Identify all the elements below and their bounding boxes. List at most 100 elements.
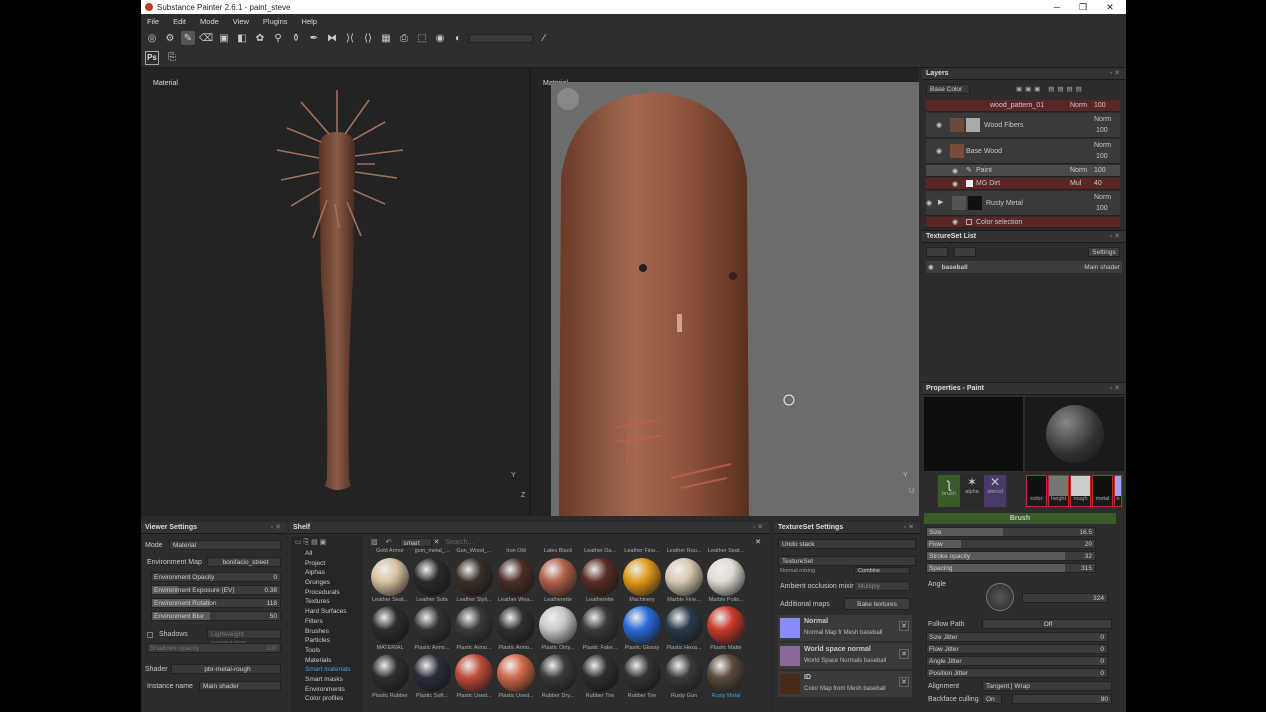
shelf-filter-tag[interactable]: smart: [399, 537, 432, 547]
shader-select[interactable]: pbr-metal-rough: [171, 664, 281, 674]
shelf-material-item[interactable]: Rubber Tire: [621, 652, 663, 700]
shelf-material-item[interactable]: Rubber Tire: [579, 652, 621, 700]
picker-icon[interactable]: ⁄: [537, 31, 551, 45]
shelf-category-item[interactable]: Environments: [291, 685, 363, 695]
shelf-category-item[interactable]: Filters: [291, 617, 363, 627]
brush-chip[interactable]: ʅ brush: [938, 475, 960, 507]
clone-icon[interactable]: ⚲: [271, 31, 285, 45]
menu-file[interactable]: File: [147, 17, 159, 26]
minimize-button[interactable]: ─: [1043, 0, 1071, 14]
shelf-category-item[interactable]: Hard Surfaces: [291, 607, 363, 617]
eye-icon[interactable]: ◉: [952, 180, 958, 188]
brush-stroke-opacity-slider[interactable]: Stroke opacity 32: [926, 551, 1096, 561]
shelf-material-item[interactable]: Marble Polis...: [705, 556, 747, 604]
menu-help[interactable]: Help: [302, 17, 317, 26]
settings-icon[interactable]: ⚙: [163, 31, 177, 45]
instance-name-input[interactable]: Main shader: [199, 681, 281, 691]
shelf-category-item[interactable]: Brushes: [291, 627, 363, 637]
shelf-category-item[interactable]: Tools: [291, 646, 363, 656]
angle-slider[interactable]: 324: [1022, 593, 1108, 603]
shelf-material-item[interactable]: Plastic Matte: [705, 604, 747, 652]
maximize-button[interactable]: ❐: [1069, 0, 1097, 14]
shadows-checkbox[interactable]: [147, 632, 153, 638]
layer-row-wood-pattern[interactable]: wood_pattern_01 Norm 100: [926, 100, 1120, 112]
shelf-material-item[interactable]: Plastic Used...: [453, 652, 495, 700]
projection-icon[interactable]: ▣: [217, 31, 231, 45]
shelf-material-item[interactable]: Leatherette: [579, 556, 621, 604]
symmetry-y-icon[interactable]: ⟨⟩: [361, 31, 375, 45]
ao-mixing-select[interactable]: Multiply: [854, 581, 910, 591]
brush-spacing-slider[interactable]: Spacing 315: [926, 563, 1096, 573]
normal-mixing-select[interactable]: Combine: [854, 567, 910, 574]
shelf-material-item[interactable]: Plastic Used...: [495, 652, 537, 700]
undo-filter-icon[interactable]: ↶: [386, 538, 392, 546]
layer-row-rusty-metal[interactable]: ◉ ▶ Rusty Metal Norm 100: [926, 191, 1120, 216]
additional-map-slot[interactable]: ID Color Map from Mesh baseball ✕: [778, 671, 912, 697]
layers-toolbar-icons[interactable]: ▣▣▣ ▤▤▤▤: [1016, 85, 1085, 93]
eye-icon[interactable]: ◉: [926, 199, 932, 207]
brush-angle-jitter-slider[interactable]: Angle Jitter 0: [926, 656, 1108, 666]
smudge-icon[interactable]: ✿: [253, 31, 267, 45]
alignment-select[interactable]: Tangent | Wrap: [982, 681, 1112, 691]
angle-dial[interactable]: [986, 583, 1014, 611]
menu-plugins[interactable]: Plugins: [263, 17, 288, 26]
shelf-category-item[interactable]: Procedurals: [291, 588, 363, 598]
viewport-closeup[interactable]: Material Y U: [531, 68, 919, 516]
textureset-list-button-1[interactable]: [926, 247, 948, 257]
brush-size-jitter-slider[interactable]: Size Jitter 0: [926, 632, 1108, 642]
layer-row-mg-dirt[interactable]: ◉ MG Dirt Mul 40: [926, 178, 1120, 190]
brush-size-slider[interactable]: Size 16.5: [926, 527, 1096, 537]
filter-icon[interactable]: ▧: [371, 538, 378, 546]
brush-position-jitter-slider[interactable]: Position Jitter 0: [926, 668, 1108, 678]
cube-icon[interactable]: ⬚: [415, 31, 429, 45]
shelf-category-item[interactable]: Project: [291, 559, 363, 569]
shelf-material-item[interactable]: Leather Sofa: [411, 556, 453, 604]
shelf-category-item[interactable]: Textures: [291, 597, 363, 607]
pen-icon[interactable]: ✒: [307, 31, 321, 45]
backface-culling-toggle[interactable]: On: [982, 694, 1002, 704]
brush-flow-slider[interactable]: Flow 20: [926, 539, 1096, 549]
additional-map-slot[interactable]: World space normal World Space Normals ba…: [778, 643, 912, 669]
mode-select[interactable]: Material: [169, 540, 281, 550]
send-to-icon[interactable]: ⎘: [165, 51, 179, 65]
substance-logo-icon[interactable]: ◎: [145, 31, 159, 45]
layer-row-wood-fibers[interactable]: ◉ Wood Fibers Norm 100: [926, 113, 1120, 138]
eraser-icon[interactable]: ⌫: [199, 31, 213, 45]
close-button[interactable]: ✕: [1096, 0, 1124, 14]
channel-rough[interactable]: rough: [1070, 475, 1091, 507]
shelf-material-item[interactable]: Leather Wea...: [495, 556, 537, 604]
material-picker-icon[interactable]: ⚱: [289, 31, 303, 45]
alpha-chip[interactable]: ✶ alpha: [961, 475, 983, 507]
photoshop-export-button[interactable]: Ps: [145, 50, 159, 65]
shelf-material-item[interactable]: Rusty Metal: [705, 652, 747, 700]
shelf-category-item[interactable]: Particles: [291, 636, 363, 646]
shelf-category-item[interactable]: Alphas: [291, 568, 363, 578]
shelf-material-item[interactable]: Plastic Dirty...: [537, 604, 579, 652]
remove-map-icon[interactable]: ✕: [899, 677, 909, 687]
textureset-tab[interactable]: TextureSet: [778, 556, 916, 566]
shelf-material-item[interactable]: Leatherette: [537, 556, 579, 604]
shelf-material-item[interactable]: Plastic Soft...: [411, 652, 453, 700]
layer-row-color-selection[interactable]: ◉ Color selection: [926, 217, 1120, 228]
polygon-fill-icon[interactable]: ◧: [235, 31, 249, 45]
shelf-category-toolbar[interactable]: ▭ ⎘ ▤ ▣: [291, 536, 363, 549]
shelf-material-item[interactable]: Rubber Dry...: [537, 652, 579, 700]
eye-icon[interactable]: ◉: [936, 121, 942, 129]
environment-map-select[interactable]: bonifacio_street: [207, 557, 281, 567]
eye-icon[interactable]: ◉: [952, 218, 958, 226]
textureset-row-baseball[interactable]: ◉ baseball Main shader: [926, 261, 1122, 273]
shelf-material-item[interactable]: Machinery: [621, 556, 663, 604]
iray-icon[interactable]: ◐: [451, 31, 465, 45]
remove-map-icon[interactable]: ✕: [899, 649, 909, 659]
shelf-material-item[interactable]: Rusty Gun: [663, 652, 705, 700]
eye-icon[interactable]: ◉: [928, 263, 934, 271]
undo-stack-tab[interactable]: Undo stack: [778, 539, 916, 549]
toolbar-slider[interactable]: [469, 33, 533, 43]
layer-row-paint[interactable]: ◉ ✎ Paint Norm 100: [926, 165, 1120, 177]
menu-mode[interactable]: Mode: [200, 17, 219, 26]
shelf-category-item[interactable]: All: [291, 549, 363, 559]
shelf-category-item[interactable]: Materials: [291, 656, 363, 666]
shelf-material-item[interactable]: Plastic Glossy: [621, 604, 663, 652]
eye-icon[interactable]: ◉: [952, 167, 958, 175]
environment-blur-slider[interactable]: Environment Blur 50: [151, 611, 281, 621]
